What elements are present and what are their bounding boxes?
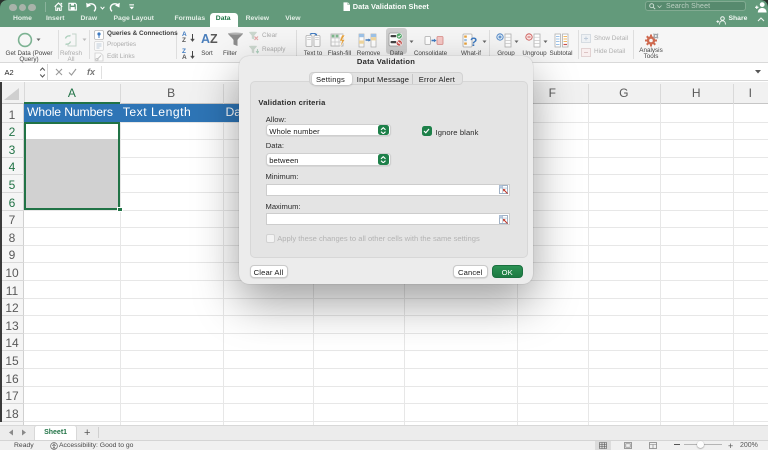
svg-text:?: ? — [470, 35, 477, 49]
